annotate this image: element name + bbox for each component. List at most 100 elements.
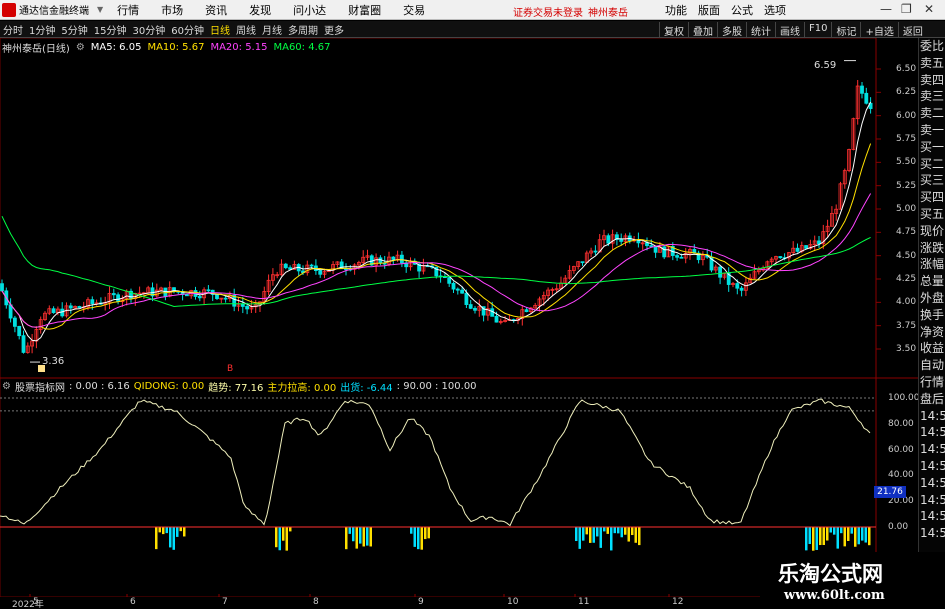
ma20-line	[1, 193, 872, 328]
indicator-zhulilagao: 主力拉高: 0.00	[267, 382, 337, 394]
tab-1min[interactable]: 1分钟	[26, 22, 58, 37]
side-panel-item[interactable]: 行情	[919, 374, 945, 391]
minimize-icon[interactable]: —	[880, 2, 892, 16]
biaoji-button[interactable]: 标记	[831, 22, 860, 38]
side-panel-item[interactable]: 卖一	[919, 122, 945, 139]
menu-xuanxiang[interactable]: 选项	[764, 2, 786, 18]
histogram-bar	[179, 527, 182, 532]
menu-item-wenxiaoda[interactable]: 问小达	[293, 2, 326, 18]
tab-15min[interactable]: 15分钟	[91, 22, 130, 37]
candle-body	[619, 239, 624, 242]
side-panel-item[interactable]: 14:50	[919, 458, 945, 475]
date-tick: 12	[672, 597, 684, 607]
side-panel-item[interactable]: 总量	[919, 273, 945, 290]
side-panel-item[interactable]: 自动	[919, 357, 945, 374]
side-panel-item[interactable]: 卖五	[919, 55, 945, 72]
side-panel-item[interactable]: 14:50	[919, 475, 945, 492]
menu-item-hangqing[interactable]: 行情	[117, 2, 139, 18]
side-panel-item[interactable]: 盘后	[919, 391, 945, 408]
menu-gongshi[interactable]: 公式	[731, 2, 753, 18]
tab-more[interactable]: 更多	[321, 22, 347, 37]
side-panel-item[interactable]: 14:50	[919, 508, 945, 525]
side-panel-item[interactable]: 买五	[919, 206, 945, 223]
side-panel-item[interactable]: 14:50	[919, 424, 945, 441]
back-button[interactable]: 返回	[897, 22, 927, 38]
f10-button[interactable]: F10	[804, 22, 831, 37]
candle-body	[111, 293, 116, 296]
tab-5min[interactable]: 5分钟	[58, 22, 90, 37]
side-panel-item[interactable]: 外盘	[919, 290, 945, 307]
histogram-bar	[427, 527, 430, 539]
histogram-bar	[610, 527, 613, 551]
side-panel-item[interactable]: 现价	[919, 223, 945, 240]
histogram-bar	[410, 527, 413, 534]
menu-item-jiaoyi[interactable]: 交易	[403, 2, 425, 18]
histogram-bar	[169, 527, 172, 548]
side-panel-item[interactable]: 买二	[919, 156, 945, 173]
candle-body	[184, 294, 189, 297]
side-panel-item[interactable]: 买四	[919, 189, 945, 206]
login-notice[interactable]: 证券交易未登录	[513, 4, 583, 19]
side-panel-item[interactable]: 净资	[919, 324, 945, 341]
candle-body	[12, 317, 17, 327]
price-tick: 5.75	[896, 134, 917, 144]
side-panel-item[interactable]: 收益	[919, 340, 945, 357]
menu-item-shichang[interactable]: 市场	[161, 2, 183, 18]
histogram-bar	[285, 527, 288, 551]
fuquan-button[interactable]: 复权	[659, 22, 688, 38]
ma5-line	[1, 101, 872, 342]
tongji-button[interactable]: 统计	[746, 22, 775, 38]
indicator-settings-icon[interactable]: ⚙	[2, 381, 11, 392]
tab-30min[interactable]: 30分钟	[129, 22, 168, 37]
side-panel-item[interactable]: 卖四	[919, 72, 945, 89]
histogram-bar	[183, 527, 186, 537]
side-panel-item[interactable]: 卖二	[919, 105, 945, 122]
maximize-icon[interactable]: ❐	[901, 2, 912, 16]
side-panel-item[interactable]: 14:50	[919, 492, 945, 509]
date-axis: 2022年 5 6 7 8 9 10 11 12	[0, 597, 876, 609]
side-panel-item[interactable]: 委比	[919, 38, 945, 55]
side-panel-item[interactable]: 涨跌	[919, 240, 945, 257]
side-panel-item[interactable]: 买一	[919, 139, 945, 156]
side-panel-item[interactable]: 买三	[919, 172, 945, 189]
tab-monthly[interactable]: 月线	[259, 22, 285, 37]
side-panel-item[interactable]: 14:50	[919, 525, 945, 542]
ma10-line	[1, 143, 872, 330]
quote-side-panel[interactable]: 委比 卖五 卖四 卖三 卖二 卖一 买一 买二 买三 买四 买五 现价 涨跌 涨幅 总量 外盘 换手 净资 收益 自动…	[918, 38, 945, 609]
histogram-bar	[840, 527, 843, 534]
tab-weekly[interactable]: 周线	[233, 22, 259, 37]
date-tick: 11	[578, 597, 590, 607]
app-menu-chevron-icon[interactable]: ▼	[97, 5, 103, 14]
menu-banmian[interactable]: 版面	[698, 2, 720, 18]
side-panel-item[interactable]: 换手	[919, 307, 945, 324]
menu-gongneng[interactable]: 功能	[665, 2, 687, 18]
date-tick: 8	[313, 597, 319, 607]
close-icon[interactable]: ✕	[924, 2, 934, 16]
tab-multi-period[interactable]: 多周期	[285, 22, 321, 37]
menu-item-zixun[interactable]: 资讯	[205, 2, 227, 18]
duogu-button[interactable]: 多股	[717, 22, 746, 38]
huaxian-button[interactable]: 画线	[775, 22, 804, 38]
histogram-bar	[868, 527, 871, 546]
tab-60min[interactable]: 60分钟	[168, 22, 207, 37]
candle-body	[116, 294, 120, 303]
side-panel-item[interactable]: 涨幅	[919, 256, 945, 273]
menu-item-faxian[interactable]: 发现	[249, 2, 271, 18]
histogram-bar	[812, 527, 815, 551]
price-tick: 5.00	[896, 204, 917, 214]
side-panel-item[interactable]: 14:50	[919, 408, 945, 425]
histogram-bar	[592, 527, 595, 543]
indicator-values-b: : 90.00 : 100.00	[396, 380, 477, 392]
side-panel-item[interactable]: 卖三	[919, 88, 945, 105]
candle-body	[718, 266, 722, 278]
indicator-info-line: ⚙ 股票指标网 : 0.00 : 6.16 QIDONG: 0.00 趋势: 7…	[2, 379, 481, 394]
kline-chart[interactable]: B	[0, 38, 918, 597]
price-tick: 6.50	[896, 64, 917, 74]
side-panel-item[interactable]: 14:50	[919, 441, 945, 458]
diejia-button[interactable]: 叠加	[688, 22, 717, 38]
histogram-bar	[172, 527, 175, 550]
zixuan-button[interactable]: +自选	[860, 22, 897, 38]
tab-daily[interactable]: 日线	[207, 22, 233, 37]
tab-fenshi[interactable]: 分时	[0, 22, 26, 37]
menu-item-caifuquan[interactable]: 财富圈	[348, 2, 381, 18]
